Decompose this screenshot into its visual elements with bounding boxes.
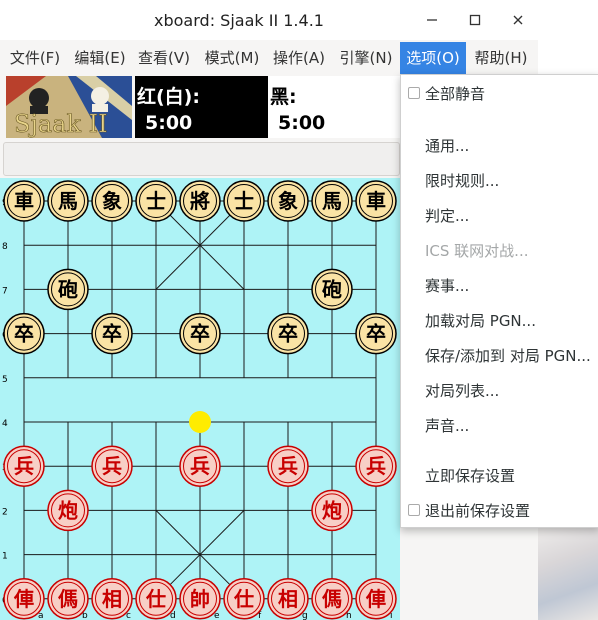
rank-label: 4: [2, 419, 8, 429]
rank-label: 2: [2, 507, 8, 517]
menu-options[interactable]: 选项(O): [400, 42, 466, 74]
piece-label: 帥: [190, 587, 210, 611]
piece-label: 兵: [366, 454, 386, 478]
piece-label: 兵: [102, 454, 122, 478]
piece-label: 卒: [190, 322, 210, 346]
desktop-background: [536, 520, 598, 620]
menu-action[interactable]: 操作(A): [268, 42, 330, 74]
piece-label: 相: [102, 587, 122, 611]
rank-label: 1: [2, 552, 8, 562]
piece-label: 炮: [58, 498, 78, 522]
maximize-icon[interactable]: [463, 8, 487, 32]
piece-label: 兵: [190, 454, 210, 478]
piece-label: 砲: [58, 277, 78, 301]
piece-label: 傌: [58, 587, 78, 611]
black-clock-label: 黑:: [270, 86, 297, 108]
piece-label: 馬: [322, 189, 342, 213]
move-marker: [189, 411, 211, 433]
piece-label: 仕: [145, 587, 166, 611]
menubar: 文件(F) 编辑(E) 查看(V) 模式(M) 操作(A) 引擎(N) 选项(O…: [0, 42, 538, 74]
black-clock-time: 5:00: [278, 112, 326, 134]
adjudications-item[interactable]: 判定...: [425, 205, 469, 226]
rank-label: 8: [2, 242, 8, 252]
red-clock-label: 红(白):: [137, 86, 200, 108]
mute-all-checkbox[interactable]: [408, 87, 420, 99]
save-settings-on-exit-item[interactable]: 退出前保存设置: [425, 500, 530, 521]
menu-file[interactable]: 文件(F): [4, 42, 66, 74]
piece-label: 卒: [14, 322, 34, 346]
piece-label: 車: [366, 189, 386, 213]
window-title: xboard: Sjaak II 1.4.1: [154, 10, 324, 30]
piece-label: 象: [278, 189, 298, 213]
piece-label: 士: [146, 189, 166, 213]
logo-text: Sjaak II: [14, 110, 108, 138]
message-bar: [3, 142, 400, 176]
piece-label: 將: [190, 189, 210, 213]
red-clock: 红(白): 5:00: [135, 76, 268, 138]
rank-label: 5: [2, 375, 8, 385]
close-icon[interactable]: [506, 8, 530, 32]
minimize-icon[interactable]: [420, 8, 444, 32]
general-item[interactable]: 通用...: [425, 135, 469, 156]
piece-label: 馬: [58, 189, 78, 213]
piece-label: 卒: [278, 322, 298, 346]
piece-label: 兵: [14, 454, 34, 478]
options-menu-dropdown: 全部静音 通用... 限时规则... 判定... ICS 联网对战... 赛事.…: [400, 74, 598, 528]
save-game-pgn-item[interactable]: 保存/添加到 对局 PGN...: [425, 345, 591, 366]
titlebar[interactable]: xboard: Sjaak II 1.4.1: [0, 0, 538, 40]
piece-label: 俥: [13, 587, 34, 611]
piece-label: 仕: [233, 587, 254, 611]
menu-help[interactable]: 帮助(H): [470, 42, 532, 74]
mute-all-item[interactable]: 全部静音: [425, 83, 485, 104]
black-clock: 黑: 5:00: [268, 76, 400, 138]
logo-image: Sjaak II: [6, 76, 132, 138]
game-list-item[interactable]: 对局列表...: [425, 380, 499, 401]
piece-label: 炮: [322, 498, 342, 522]
piece-label: 士: [234, 189, 254, 213]
piece-label: 兵: [278, 454, 298, 478]
load-game-pgn-item[interactable]: 加载对局 PGN...: [425, 310, 536, 331]
save-settings-now-item[interactable]: 立即保存设置: [425, 465, 515, 486]
piece-label: 卒: [102, 322, 122, 346]
time-control-item[interactable]: 限时规则...: [425, 170, 499, 191]
sounds-item[interactable]: 声音...: [425, 415, 469, 436]
piece-label: 卒: [366, 322, 386, 346]
rank-label: 7: [2, 286, 8, 296]
piece-label: 象: [102, 189, 122, 213]
red-clock-time: 5:00: [145, 112, 193, 134]
engine-logo: Sjaak II: [6, 76, 132, 138]
menu-view[interactable]: 查看(V): [134, 42, 194, 74]
menu-edit[interactable]: 编辑(E): [70, 42, 130, 74]
menu-mode[interactable]: 模式(M): [200, 42, 264, 74]
menu-engine[interactable]: 引擎(N): [334, 42, 398, 74]
piece-label: 車: [14, 189, 34, 213]
ics-options-item: ICS 联网对战...: [425, 242, 529, 260]
piece-label: 砲: [322, 277, 342, 301]
xiangqi-board[interactable]: 9876543210abcdefghi車馬象士將士象馬車砲砲卒卒卒卒卒兵兵兵兵兵…: [0, 178, 400, 620]
tournament-item[interactable]: 赛事...: [425, 275, 469, 296]
piece-label: 俥: [365, 587, 386, 611]
save-on-exit-checkbox[interactable]: [408, 504, 420, 516]
piece-label: 傌: [322, 587, 342, 611]
piece-label: 相: [278, 587, 298, 611]
